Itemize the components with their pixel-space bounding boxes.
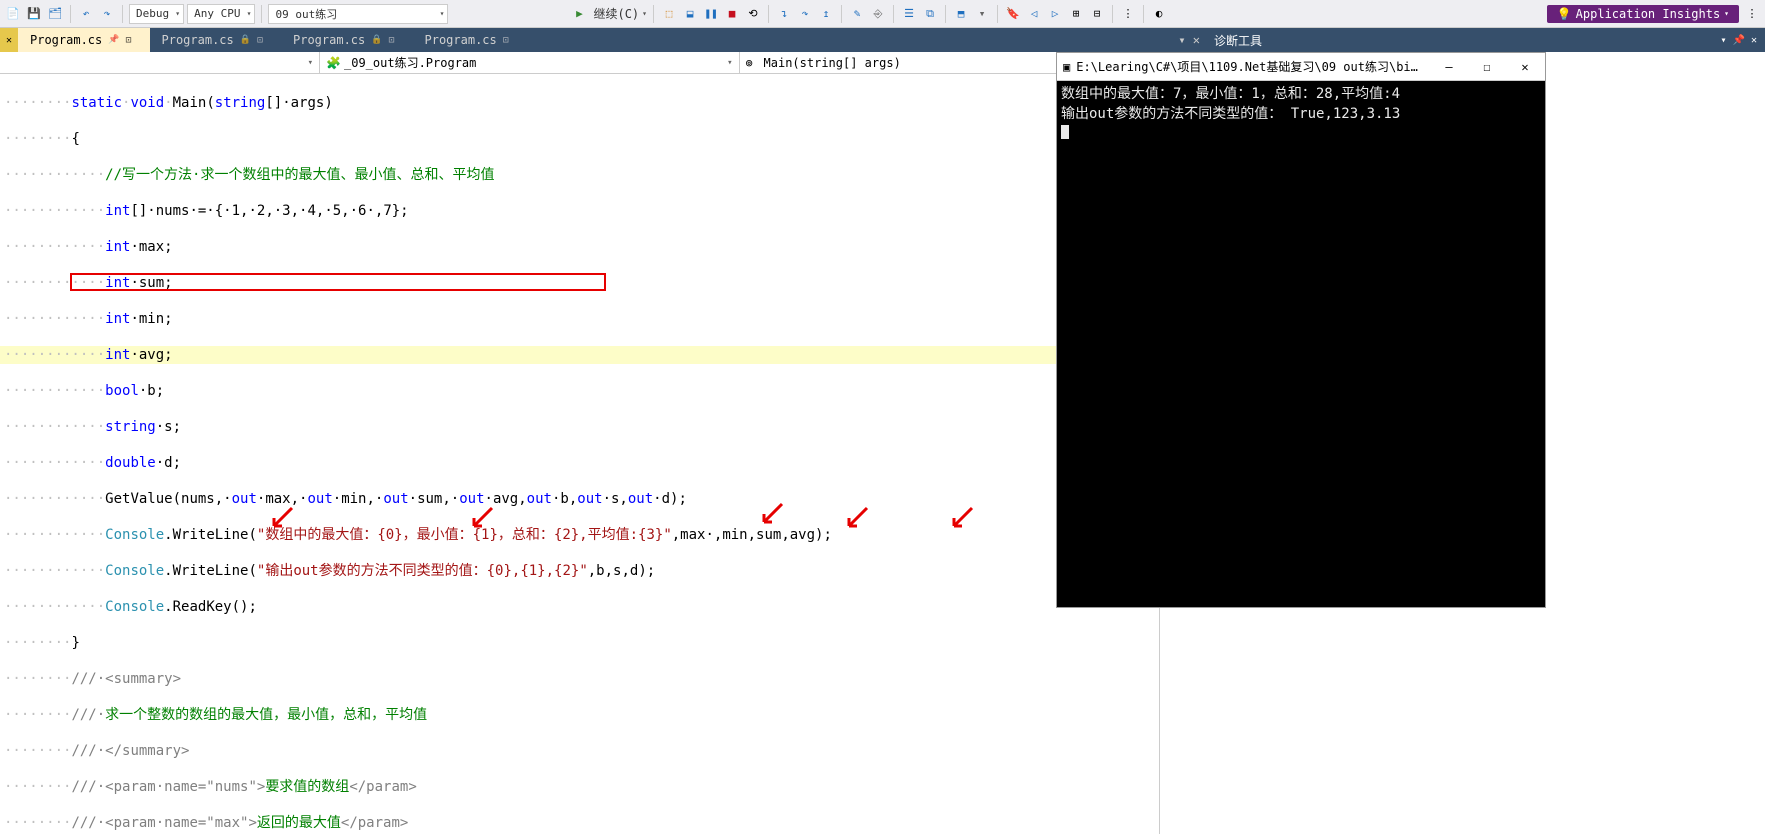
stop-icon[interactable]: ■ (723, 5, 741, 23)
maximize-button[interactable]: ☐ (1473, 60, 1501, 74)
pause-icon[interactable]: ❚❚ (702, 5, 720, 23)
play-icon[interactable]: ▶ (570, 5, 588, 23)
project-combo[interactable]: 09 out练习 (268, 4, 448, 24)
tool-icon-c[interactable]: ☰ (900, 5, 918, 23)
tab-program-cs-3[interactable]: Program.cs 🔒 ⊡ (281, 28, 413, 52)
method-icon: ⊚ (746, 56, 760, 70)
tab-program-cs-2[interactable]: Program.cs 🔒 ⊡ (150, 28, 282, 52)
save-all-icon[interactable]: 🗂 (46, 5, 64, 23)
close-icon[interactable]: ✕ (1751, 35, 1757, 46)
minimize-button[interactable]: — (1435, 60, 1463, 74)
tab-label: Program.cs (162, 33, 234, 47)
code-editor[interactable]: ········static·void·Main(string[]·args) … (0, 74, 1159, 834)
scope-dropdown[interactable] (0, 52, 320, 73)
close-icon[interactable]: ⊡ (388, 35, 394, 46)
tool-icon-i[interactable]: ⋮ (1119, 5, 1137, 23)
nav-dropdowns: 🧩 _09_out练习.Program ⊚ Main(string[] args) (0, 52, 1159, 74)
debug-icon-2[interactable]: ⬓ (681, 5, 699, 23)
diagnostics-title: 诊断工具 ▾ 📌 ✕ (1206, 28, 1765, 52)
bookmark-icon[interactable]: 🔖 (1004, 5, 1022, 23)
tab-scroll[interactable]: ▾ ✕ (1172, 28, 1206, 52)
dropdown-icon[interactable]: ▾ (1720, 35, 1726, 46)
lock-icon: 🔒 (240, 35, 251, 45)
lightbulb-icon: 💡 (1557, 7, 1572, 21)
tab-program-cs-4[interactable]: Program.cs ⊡ (413, 28, 527, 52)
tool-icon-f[interactable]: ▾ (973, 5, 991, 23)
close-icon[interactable]: ⊡ (503, 35, 509, 46)
pin-icon[interactable]: 📌 (108, 35, 119, 45)
redo-icon[interactable]: ↷ (98, 5, 116, 23)
pin-icon[interactable]: 📌 (1733, 35, 1745, 46)
class-dropdown[interactable]: 🧩 _09_out练习.Program (320, 52, 740, 73)
close-icon[interactable]: ⊡ (257, 35, 263, 46)
nav-fwd-icon[interactable]: ▷ (1046, 5, 1064, 23)
console-line: 数组中的最大值：7，最小值：1，总和：28,平均值:4 (1061, 86, 1400, 102)
tab-label: Program.cs (30, 33, 102, 47)
console-window: ▣ E:\Learing\C#\项目\1109.Net基础复习\09 out练习… (1056, 52, 1546, 608)
app-insights-button[interactable]: 💡 Application Insights ▾ (1547, 5, 1739, 23)
config-combo[interactable]: Debug (129, 4, 184, 24)
tab-label: Program.cs (425, 33, 497, 47)
cursor (1061, 125, 1069, 139)
lock-icon: 🔒 (371, 35, 382, 45)
platform-combo[interactable]: Any CPU (187, 4, 255, 24)
tool-icon-g[interactable]: ⊞ (1067, 5, 1085, 23)
class-icon: 🧩 (326, 56, 340, 70)
tool-icon-a[interactable]: ✎ (848, 5, 866, 23)
save-icon[interactable]: 💾 (25, 5, 43, 23)
debug-icon-1[interactable]: ⬚ (660, 5, 678, 23)
close-icon[interactable]: ⊡ (125, 35, 131, 46)
console-title-text: E:\Learing\C#\项目\1109.Net基础复习\09 out练习\b… (1076, 58, 1425, 75)
dd-text: Main(string[] args) (764, 56, 901, 70)
undo-icon[interactable]: ↶ (77, 5, 95, 23)
editor-tabbar: ✕ Program.cs 📌 ⊡ Program.cs 🔒 ⊡ Program.… (0, 28, 1206, 52)
tab-label: Program.cs (293, 33, 365, 47)
step-out-icon[interactable]: ↥ (817, 5, 835, 23)
new-file-icon[interactable]: 📄 (4, 5, 22, 23)
continue-button[interactable]: 继续(C) (593, 5, 639, 22)
tab-program-cs-1[interactable]: Program.cs 📌 ⊡ (18, 28, 150, 52)
step-over-icon[interactable]: ↷ (796, 5, 814, 23)
diagnostics-label: 诊断工具 (1214, 32, 1262, 49)
app-insights-label: Application Insights (1576, 7, 1721, 21)
tool-icon-d[interactable]: ⧉ (921, 5, 939, 23)
tool-icon-j[interactable]: ◐ (1150, 5, 1168, 23)
step-into-icon[interactable]: ↴ (775, 5, 793, 23)
tool-icon-e[interactable]: ⬒ (952, 5, 970, 23)
console-icon: ▣ (1063, 60, 1070, 74)
toolbar-overflow-icon[interactable]: ⋮ (1743, 5, 1761, 23)
dd-text: _09_out练习.Program (344, 54, 476, 71)
console-output[interactable]: 数组中的最大值：7，最小值：1，总和：28,平均值:4 输出out参数的方法不同… (1057, 81, 1545, 607)
tool-icon-b[interactable]: ⎆ (869, 5, 887, 23)
console-line: 输出out参数的方法不同类型的值： True,123,3.13 (1061, 106, 1400, 122)
close-button[interactable]: ✕ (1511, 60, 1539, 74)
nav-back-icon[interactable]: ◁ (1025, 5, 1043, 23)
tool-icon-h[interactable]: ⊟ (1088, 5, 1106, 23)
tab-warning-icon[interactable]: ✕ (0, 28, 18, 52)
console-titlebar[interactable]: ▣ E:\Learing\C#\项目\1109.Net基础复习\09 out练习… (1057, 53, 1545, 81)
restart-icon[interactable]: ⟲ (744, 5, 762, 23)
main-toolbar: 📄 💾 🗂 ↶ ↷ Debug Any CPU 09 out练习 ▶ 继续(C)… (0, 0, 1765, 28)
